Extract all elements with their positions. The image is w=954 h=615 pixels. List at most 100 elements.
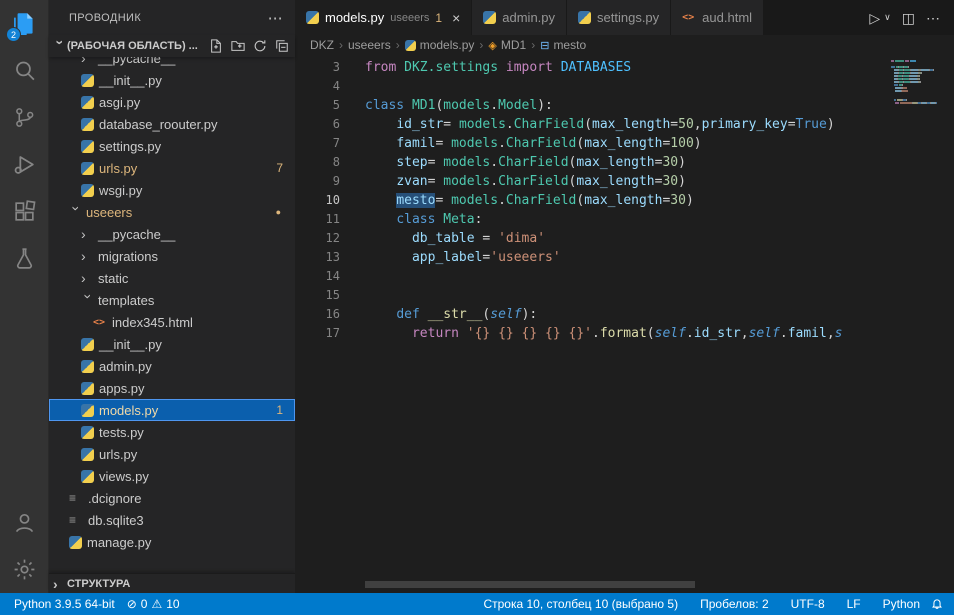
line-number[interactable]: 13 bbox=[295, 248, 340, 267]
tree-item[interactable]: asgi.py bbox=[49, 91, 295, 113]
line-number[interactable]: 10 bbox=[295, 191, 340, 210]
code-token: models bbox=[443, 155, 490, 170]
split-editor-icon[interactable]: ◫ bbox=[902, 11, 915, 25]
horizontal-scrollbar[interactable] bbox=[365, 581, 695, 588]
code-line[interactable]: 3from DKZ.settings import DATABASES bbox=[295, 58, 888, 77]
activity-search-icon[interactable] bbox=[0, 47, 48, 94]
run-python-file-button[interactable]: ▷ bbox=[869, 11, 880, 25]
status-indentation[interactable]: Пробелов: 2 bbox=[694, 597, 775, 611]
tree-item-label: .dcignore bbox=[88, 491, 141, 506]
problems-status[interactable]: ⊘ 0 ⚠ 10 bbox=[121, 597, 186, 611]
line-number[interactable]: 4 bbox=[295, 77, 340, 96]
line-number[interactable]: 3 bbox=[295, 58, 340, 77]
status-bar: Python 3.9.5 64-bit ⊘ 0 ⚠ 10 Строка 10, … bbox=[0, 593, 954, 615]
breadcrumb-item-useeers[interactable]: useeers bbox=[348, 38, 391, 52]
breadcrumb-item-models.py[interactable]: models.py bbox=[405, 38, 475, 52]
close-icon[interactable]: × bbox=[452, 10, 460, 26]
code-line[interactable]: 12 db_table = 'dima' bbox=[295, 229, 888, 248]
new-file-icon[interactable] bbox=[209, 39, 223, 53]
status-language-mode[interactable]: Python bbox=[877, 597, 926, 611]
line-number[interactable]: 11 bbox=[295, 210, 340, 229]
tree-item[interactable]: models.py1 bbox=[49, 399, 295, 421]
tree-item[interactable]: __init__.py bbox=[49, 69, 295, 91]
line-number[interactable]: 5 bbox=[295, 96, 340, 115]
status-cursor-position[interactable]: Строка 10, столбец 10 (выбрано 5) bbox=[477, 597, 684, 611]
tree-item[interactable]: views.py bbox=[49, 465, 295, 487]
line-number[interactable]: 12 bbox=[295, 229, 340, 248]
tree-item[interactable]: ›migrations bbox=[49, 245, 295, 267]
tree-item[interactable]: database_roouter.py bbox=[49, 113, 295, 135]
activity-account-icon[interactable] bbox=[0, 499, 48, 546]
code-line[interactable]: 9 zvan= models.CharField(max_length=30) bbox=[295, 172, 888, 191]
tab-settings.py[interactable]: settings.py bbox=[567, 0, 671, 35]
breadcrumb-item-mesto[interactable]: ⊟mesto bbox=[540, 38, 586, 52]
code-line[interactable]: 14 bbox=[295, 267, 888, 286]
activity-explorer-icon[interactable]: 2 bbox=[0, 0, 48, 47]
breadcrumb-item-MD1[interactable]: ◈MD1 bbox=[488, 38, 526, 52]
tree-item[interactable]: tests.py bbox=[49, 421, 295, 443]
code-line[interactable]: 5class MD1(models.Model): bbox=[295, 96, 888, 115]
activity-source-control-icon[interactable] bbox=[0, 94, 48, 141]
more-actions-icon[interactable]: ⋯ bbox=[268, 9, 283, 27]
editor-more-actions-icon[interactable]: ⋯ bbox=[926, 11, 940, 25]
activity-settings-icon[interactable] bbox=[0, 546, 48, 593]
code-line[interactable]: 10 mesto= models.CharField(max_length=30… bbox=[295, 191, 888, 210]
tree-item[interactable]: settings.py bbox=[49, 135, 295, 157]
tree-item[interactable]: urls.py bbox=[49, 443, 295, 465]
breadcrumb-item-DKZ[interactable]: DKZ bbox=[310, 38, 334, 52]
activity-testing-icon[interactable] bbox=[0, 235, 48, 282]
code-line[interactable]: 13 app_label='useeers' bbox=[295, 248, 888, 267]
line-number[interactable]: 14 bbox=[295, 267, 340, 286]
code-line[interactable]: 8 step= models.CharField(max_length=30) bbox=[295, 153, 888, 172]
line-number[interactable]: 15 bbox=[295, 286, 340, 305]
code-line[interactable]: 11 class Meta: bbox=[295, 210, 888, 229]
line-number[interactable]: 17 bbox=[295, 324, 340, 343]
collapse-all-icon[interactable] bbox=[275, 39, 289, 53]
tree-item[interactable]: ›templates bbox=[49, 289, 295, 311]
run-dropdown-chevron-icon[interactable]: ∨ bbox=[884, 13, 891, 22]
minimap[interactable] bbox=[888, 55, 954, 593]
activity-run-debug-icon[interactable] bbox=[0, 141, 48, 188]
status-encoding[interactable]: UTF-8 bbox=[785, 597, 831, 611]
code-line[interactable]: 16 def __str__(self): bbox=[295, 305, 888, 324]
refresh-icon[interactable] bbox=[253, 39, 267, 53]
tree-item[interactable]: <>index345.html bbox=[49, 311, 295, 333]
tab-admin.py[interactable]: admin.py bbox=[472, 0, 567, 35]
tree-item[interactable]: admin.py bbox=[49, 355, 295, 377]
tree-item[interactable]: urls.py7 bbox=[49, 157, 295, 179]
code-token: ) bbox=[827, 117, 835, 132]
tree-item[interactable]: ≡db.sqlite3 bbox=[49, 509, 295, 531]
line-number[interactable]: 8 bbox=[295, 153, 340, 172]
line-number[interactable]: 6 bbox=[295, 115, 340, 134]
status-eol[interactable]: LF bbox=[841, 597, 867, 611]
line-number[interactable]: 9 bbox=[295, 172, 340, 191]
outline-section-header[interactable]: › СТРУКТУРА bbox=[49, 573, 295, 593]
tree-item[interactable]: apps.py bbox=[49, 377, 295, 399]
tree-item[interactable]: wsgi.py bbox=[49, 179, 295, 201]
code-editor[interactable]: 3from DKZ.settings import DATABASES45cla… bbox=[295, 55, 888, 593]
code-line[interactable]: 15 bbox=[295, 286, 888, 305]
status-text: Строка 10, столбец 10 (выбрано 5) bbox=[483, 597, 678, 611]
tree-item[interactable]: ›__pycache__ bbox=[49, 57, 295, 69]
tree-item[interactable]: ›static bbox=[49, 267, 295, 289]
code-token: 30 bbox=[662, 155, 678, 170]
code-line[interactable]: 4 bbox=[295, 77, 888, 96]
code-line[interactable]: 6 id_str= models.CharField(max_length=50… bbox=[295, 115, 888, 134]
tree-item[interactable]: ≡.dcignore bbox=[49, 487, 295, 509]
tree-item-label: __init__.py bbox=[99, 337, 162, 352]
new-folder-icon[interactable] bbox=[231, 39, 245, 53]
line-number[interactable]: 16 bbox=[295, 305, 340, 324]
code-line[interactable]: 7 famil= models.CharField(max_length=100… bbox=[295, 134, 888, 153]
workspace-section-header[interactable]: › (РАБОЧАЯ ОБЛАСТЬ) ... bbox=[49, 35, 295, 57]
activity-extensions-icon[interactable] bbox=[0, 188, 48, 235]
python-interpreter-status[interactable]: Python 3.9.5 64-bit bbox=[8, 597, 121, 611]
tree-item[interactable]: ›__pycache__ bbox=[49, 223, 295, 245]
code-line[interactable]: 17 return '{} {} {} {} {}'.format(self.i… bbox=[295, 324, 888, 343]
tree-item[interactable]: manage.py bbox=[49, 531, 295, 553]
tab-models.py[interactable]: models.pyuseeers1× bbox=[295, 0, 472, 35]
line-number[interactable]: 7 bbox=[295, 134, 340, 153]
tree-item[interactable]: __init__.py bbox=[49, 333, 295, 355]
notifications-bell-icon[interactable] bbox=[930, 597, 944, 611]
tree-item[interactable]: ›useeers● bbox=[49, 201, 295, 223]
tab-aud.html[interactable]: <>aud.html bbox=[671, 0, 764, 35]
